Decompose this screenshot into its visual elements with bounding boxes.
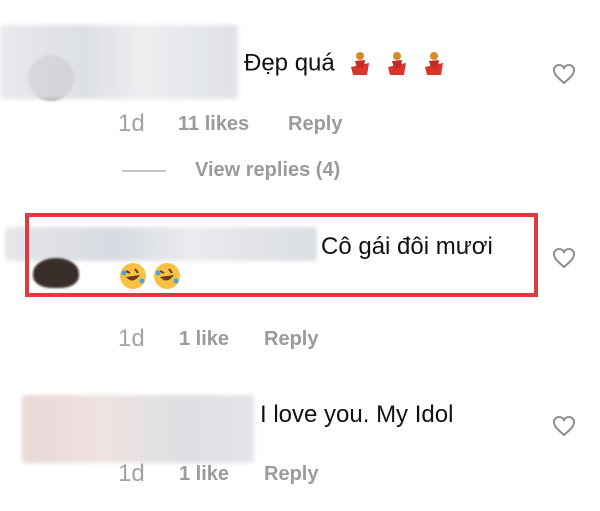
comment-text: Đẹp quá [244,49,449,79]
view-replies-button[interactable]: View replies (4) [195,159,340,182]
heart-outline-icon[interactable] [552,63,576,85]
highlight-box [25,213,538,297]
comment-time: 1d [118,325,145,352]
likes-count[interactable]: 1 like [179,463,229,486]
heart-outline-icon[interactable] [552,247,576,269]
reply-button[interactable]: Reply [288,113,342,136]
likes-count[interactable]: 11 likes [178,113,249,136]
reply-button[interactable]: Reply [264,463,318,486]
heart-outline-icon[interactable] [552,415,576,437]
replies-divider [122,170,166,172]
username-blurred[interactable] [22,395,254,463]
comment-text: I love you. My Idol [260,401,454,428]
username-blurred[interactable] [0,25,238,99]
dancer-emoji-icon [351,52,370,75]
reply-button[interactable]: Reply [264,328,318,351]
comment-time: 1d [118,110,145,137]
dancer-emoji-icon [388,52,407,75]
comment-time: 1d [118,460,145,487]
dancer-emoji-icon [424,52,443,75]
likes-count[interactable]: 1 like [179,328,229,351]
dancer-emoji-group [345,49,448,76]
